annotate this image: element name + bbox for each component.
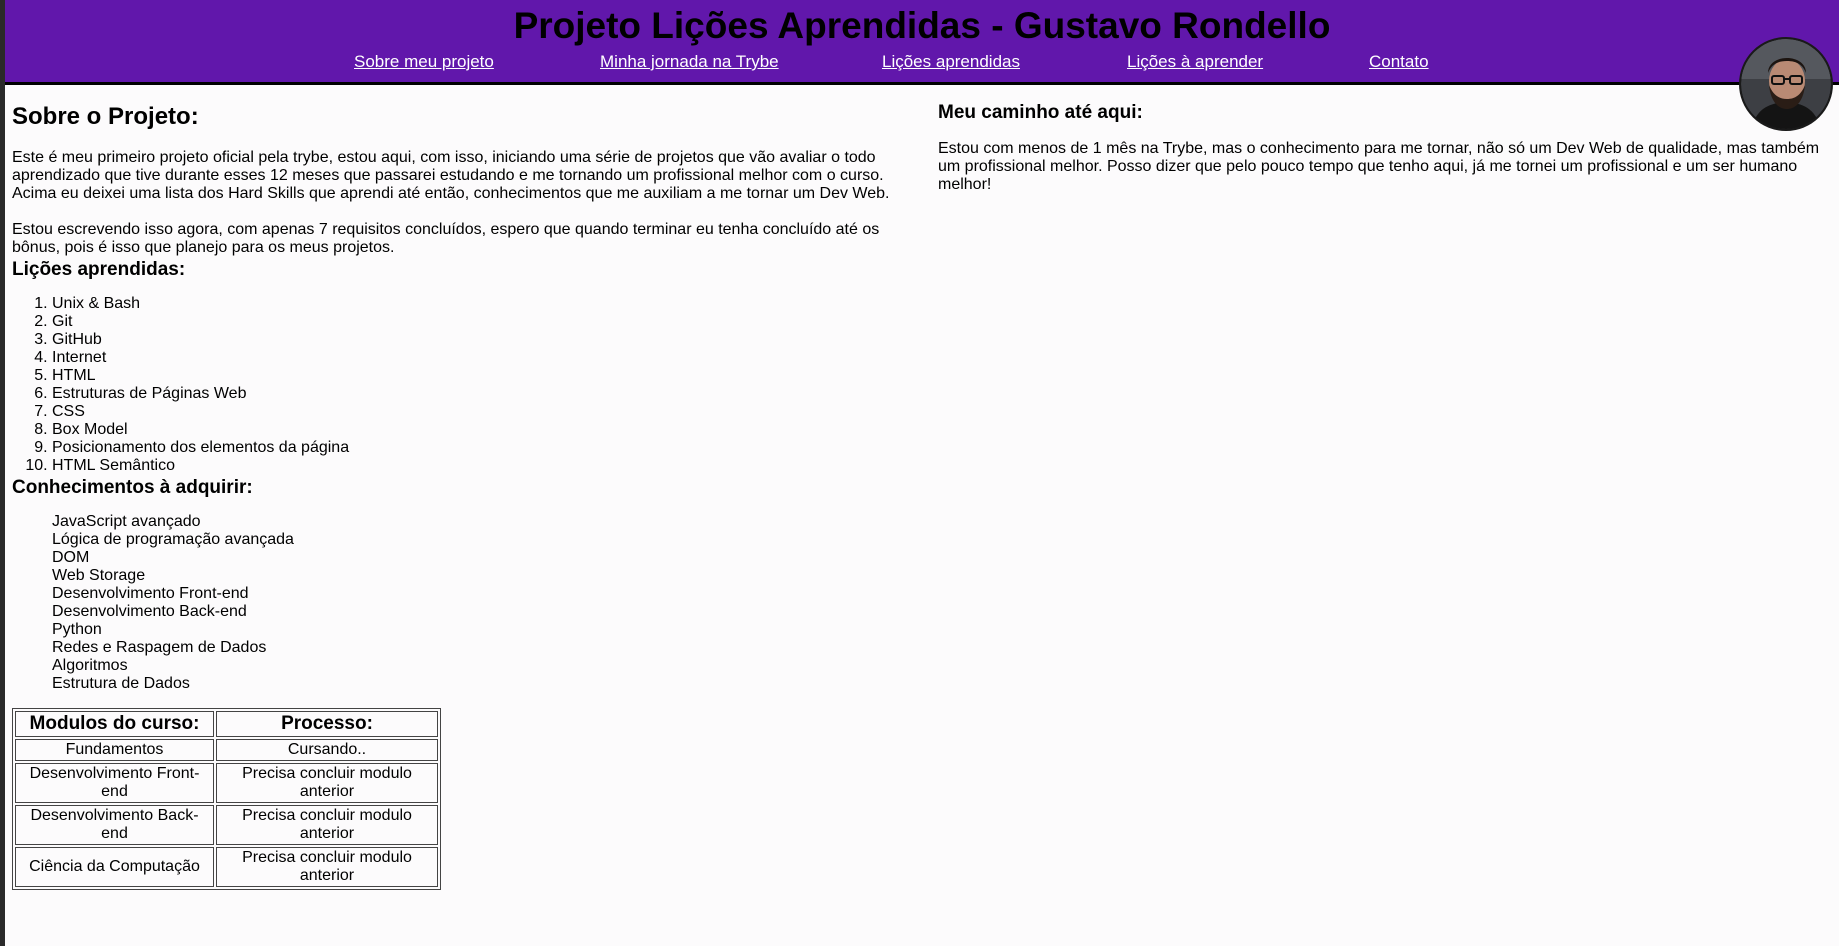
about-section: Sobre o Projeto: Este é meu primeiro pro… — [12, 100, 912, 890]
list-item: Redes e Raspagem de Dados — [52, 639, 267, 656]
list-item: DOM — [52, 549, 90, 566]
list-item: Unix & Bash — [52, 295, 912, 313]
table-row: Desenvolvimento Back-end Precisa conclui… — [15, 805, 438, 845]
list-item: Web Storage — [52, 567, 146, 584]
table-row: Desenvolvimento Front-end Precisa conclu… — [15, 763, 438, 803]
list-item: Python — [52, 621, 102, 638]
table-cell: Precisa concluir modulo anterior — [216, 763, 438, 803]
journey-paragraph: Estou com menos de 1 mês na Trybe, mas o… — [938, 140, 1820, 193]
list-item: CSS — [52, 403, 912, 421]
list-item: GitHub — [52, 331, 912, 349]
list-item: Algoritmos — [52, 657, 128, 674]
main-nav: Sobre meu projeto Minha jornada na Trybe… — [5, 50, 1839, 74]
list-item: Desenvolvimento Back-end — [52, 603, 247, 620]
page-title: Projeto Lições Aprendidas - Gustavo Rond… — [513, 5, 1331, 46]
modules-table: Modulos do curso: Processo: Fundamentos … — [12, 708, 441, 890]
table-row: Ciência da Computação Precisa concluir m… — [15, 847, 438, 887]
table-header-progress: Processo: — [216, 711, 438, 737]
list-item: Box Model — [52, 421, 912, 439]
list-item: JavaScript avançado — [52, 513, 201, 530]
list-item: Internet — [52, 349, 912, 367]
list-item: HTML Semântico — [52, 457, 912, 475]
table-cell: Cursando.. — [216, 739, 438, 761]
nav-link-to-learn[interactable]: Lições à aprender — [1127, 50, 1263, 74]
list-item: Estrutura de Dados — [52, 675, 190, 692]
table-cell: Desenvolvimento Front-end — [15, 763, 214, 803]
table-cell: Precisa concluir modulo anterior — [216, 805, 438, 845]
nav-link-contact[interactable]: Contato — [1369, 50, 1429, 74]
list-item: Lógica de programação avançada — [52, 531, 294, 548]
table-header-row: Modulos do curso: Processo: — [15, 711, 438, 737]
nav-link-lessons[interactable]: Lições aprendidas — [882, 50, 1020, 74]
journey-section: Meu caminho até aqui: Estou com menos de… — [938, 100, 1828, 194]
nav-link-about[interactable]: Sobre meu projeto — [354, 50, 494, 74]
site-header: Projeto Lições Aprendidas - Gustavo Rond… — [5, 0, 1839, 85]
lessons-list: Unix & Bash Git GitHub Internet HTML Est… — [12, 295, 912, 475]
table-cell: Desenvolvimento Back-end — [15, 805, 214, 845]
list-item: Git — [52, 313, 912, 331]
about-paragraph-2: Estou escrevendo isso agora, com apenas … — [12, 221, 880, 256]
table-cell: Precisa concluir modulo anterior — [216, 847, 438, 887]
list-item: Desenvolvimento Front-end — [52, 585, 249, 602]
knowledge-title: Conhecimentos à adquirir: — [12, 477, 253, 498]
table-row: Fundamentos Cursando.. — [15, 739, 438, 761]
lessons-title: Lições aprendidas: — [12, 259, 186, 280]
avatar — [1739, 37, 1833, 131]
profile-photo-icon — [1741, 39, 1831, 129]
knowledge-list: JavaScript avançado Lógica de programaçã… — [12, 513, 912, 693]
list-item: Posicionamento dos elementos da página — [52, 439, 912, 457]
table-header-modules: Modulos do curso: — [15, 711, 214, 737]
window-edge — [0, 0, 5, 946]
nav-link-journey[interactable]: Minha jornada na Trybe — [600, 50, 779, 74]
list-item: Estruturas de Páginas Web — [52, 385, 912, 403]
about-title: Sobre o Projeto: — [12, 103, 199, 130]
table-cell: Ciência da Computação — [15, 847, 214, 887]
table-cell: Fundamentos — [15, 739, 214, 761]
list-item: HTML — [52, 367, 912, 385]
journey-title: Meu caminho até aqui: — [938, 102, 1143, 123]
about-paragraph-1: Este é meu primeiro projeto oficial pela… — [12, 149, 890, 202]
